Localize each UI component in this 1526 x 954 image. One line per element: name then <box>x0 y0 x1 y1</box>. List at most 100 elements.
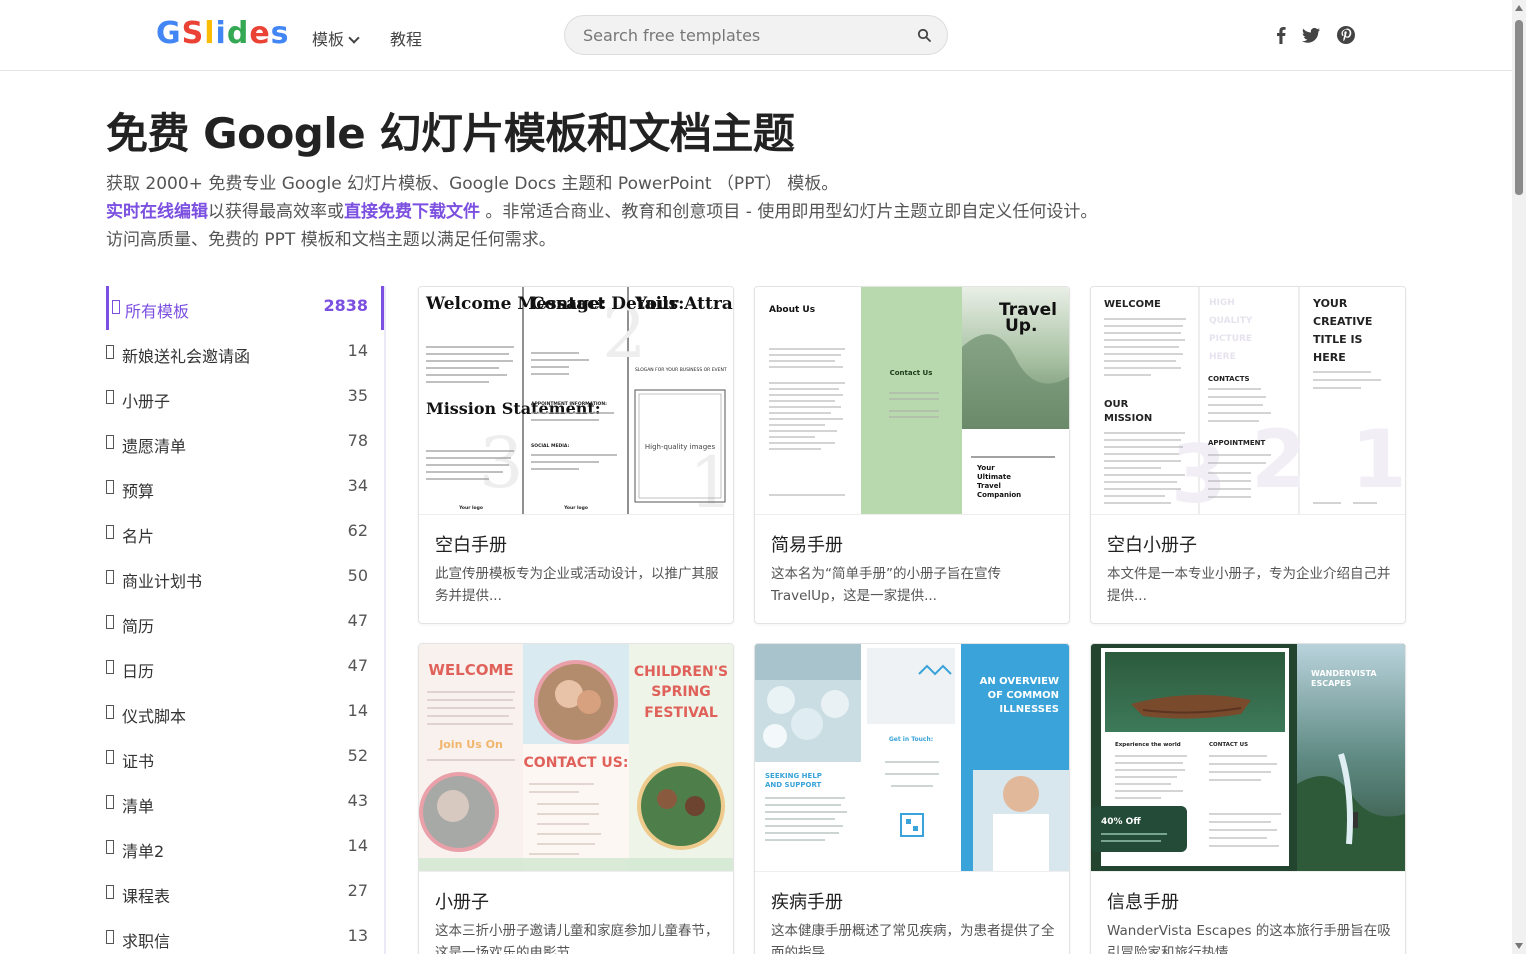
category-count: 47 <box>347 656 368 675</box>
category-item[interactable]: 证书 52 <box>106 736 384 780</box>
logo-letter: i <box>215 16 227 51</box>
facebook-icon[interactable] <box>1270 24 1292 46</box>
template-thumbnail[interactable]: WELCOME Join Us On CONTACT US: CHILDREN'… <box>419 644 733 872</box>
category-count: 50 <box>347 566 368 585</box>
svg-text:QUALITY: QUALITY <box>1209 316 1253 326</box>
category-label: 预算 <box>122 482 155 501</box>
template-card[interactable]: About Us Contact Us Travel Up. Your Ulti… <box>754 286 1070 624</box>
svg-text:AND SUPPORT: AND SUPPORT <box>765 781 822 789</box>
checkbox-icon <box>106 840 114 854</box>
scroll-down-icon[interactable] <box>1515 943 1523 949</box>
scroll-up-icon[interactable] <box>1515 5 1523 11</box>
category-count: 14 <box>347 341 368 360</box>
thumb-text: Your Attractive Title <box>634 294 733 314</box>
category-count: 34 <box>347 476 368 495</box>
svg-text:Your: Your <box>976 464 995 472</box>
thumb-text: Contact Us <box>890 369 933 377</box>
template-thumbnail[interactable]: 3 2 1 WELCOME OUR MISSION HIGH QUALITY PIC… <box>1091 287 1405 515</box>
thumb-text: 40% Off <box>1101 817 1141 827</box>
template-description: 这本名为“简单手册”的小册子旨在宣传 TravelUp，这是一家提供... <box>771 566 1001 604</box>
page-scrollbar[interactable] <box>1512 0 1526 954</box>
category-item[interactable]: 求职信 13 <box>106 916 384 954</box>
template-title[interactable]: 信息手册 <box>1107 888 1179 914</box>
svg-text:WANDERVISTA: WANDERVISTA <box>1311 669 1377 678</box>
svg-text:HERE: HERE <box>1209 352 1236 362</box>
category-label: 日历 <box>122 662 155 681</box>
checkbox-icon <box>106 345 114 359</box>
edit-online-link[interactable]: 实时在线编辑 <box>106 202 208 222</box>
category-item[interactable]: 清单 43 <box>106 781 384 825</box>
svg-text:PICTURE: PICTURE <box>1209 334 1252 344</box>
template-description: 这本健康手册概述了常见疾病，为患者提供了全面的指导... <box>771 923 1055 954</box>
checkbox-icon <box>106 480 114 494</box>
svg-text:OF COMMON: OF COMMON <box>988 690 1059 701</box>
template-card[interactable]: 3 2 1 WELCOME OUR MISSION HIGH QUALITY PIC… <box>1090 286 1406 624</box>
svg-text:Travel: Travel <box>977 482 1001 490</box>
site-header: GSlides 模板 教程 <box>0 0 1512 71</box>
template-thumbnail[interactable]: AN OVERVIEW OF COMMON ILLNESSES Get in Tou… <box>755 644 1069 872</box>
category-item[interactable]: 仪式脚本 14 <box>106 691 384 735</box>
svg-text:AN OVERVIEW: AN OVERVIEW <box>980 676 1059 687</box>
checkbox-icon <box>106 705 114 719</box>
search-input[interactable] <box>583 24 903 46</box>
category-item[interactable]: 清单2 14 <box>106 826 384 870</box>
thumb-text: High-quality images <box>645 443 716 451</box>
category-count: 27 <box>347 881 368 900</box>
template-description: WanderVista Escapes 的这本旅行手册旨在吸引冒险家和旅行热情.… <box>1107 923 1391 954</box>
thumb-text: APPOINTMENT INFORMATION: <box>531 401 607 407</box>
pinterest-icon[interactable] <box>1335 24 1357 46</box>
template-description: 此宣传册模板专为企业或活动设计，以推广其服务并提供... <box>435 566 719 604</box>
template-title[interactable]: 小册子 <box>435 888 489 914</box>
category-label: 证书 <box>122 752 155 771</box>
template-card[interactable]: WELCOME Join Us On CONTACT US: CHILDREN'… <box>418 643 734 954</box>
template-title[interactable]: 空白手册 <box>435 531 507 557</box>
twitter-icon[interactable] <box>1300 24 1322 46</box>
page-title: 免费 Google 幻灯片模板和文档主题 <box>106 109 795 158</box>
svg-text:CHILDREN'S: CHILDREN'S <box>634 664 728 680</box>
category-label: 清单 <box>122 797 155 816</box>
nav-tutorial-link[interactable]: 教程 <box>390 26 422 50</box>
nav-templates-menu[interactable]: 模板 <box>312 26 360 50</box>
category-item[interactable]: 商业计划书 50 <box>106 556 384 600</box>
template-thumbnail[interactable]: 2 3 1 Welcome Message: Mission Statement… <box>419 287 733 515</box>
category-item[interactable]: 简历 47 <box>106 601 384 645</box>
logo-letter: e <box>249 16 271 51</box>
category-item[interactable]: 日历 47 <box>106 646 384 690</box>
template-description: 这本三折小册子邀请儿童和家庭参加儿童春节，这是一场欢乐的电影节... <box>435 923 719 954</box>
svg-text:2: 2 <box>1251 413 1307 506</box>
logo-letter: G <box>156 16 182 51</box>
checkbox-icon <box>106 570 114 584</box>
svg-text:3: 3 <box>479 422 524 504</box>
checkbox-icon <box>106 435 114 449</box>
logo-letter: s <box>270 16 290 51</box>
template-card[interactable]: Experience the world CONTACT US 40% Off … <box>1090 643 1406 954</box>
template-title[interactable]: 疾病手册 <box>771 888 843 914</box>
template-thumbnail[interactable]: Experience the world CONTACT US 40% Off … <box>1091 644 1405 872</box>
svg-text:Up.: Up. <box>1005 316 1037 336</box>
template-thumbnail[interactable]: About Us Contact Us Travel Up. Your Ulti… <box>755 287 1069 515</box>
template-card[interactable]: AN OVERVIEW OF COMMON ILLNESSES Get in Tou… <box>754 643 1070 954</box>
template-card[interactable]: 2 3 1 Welcome Message: Mission Statement… <box>418 286 734 624</box>
category-label: 课程表 <box>122 887 171 906</box>
svg-text:1: 1 <box>1351 413 1405 506</box>
template-title[interactable]: 空白小册子 <box>1107 531 1197 557</box>
thumb-text: Your logo <box>458 505 483 511</box>
category-item[interactable]: 预算 34 <box>106 466 384 510</box>
category-item[interactable]: 名片 62 <box>106 511 384 555</box>
scrollbar-thumb[interactable] <box>1515 20 1523 196</box>
search-icon[interactable] <box>917 28 931 42</box>
download-free-link[interactable]: 直接免费下载文件 <box>344 202 480 222</box>
category-item[interactable]: 新娘送礼会邀请函 14 <box>106 331 384 375</box>
checkbox-icon <box>106 885 114 899</box>
category-label: 名片 <box>122 527 155 546</box>
template-title[interactable]: 简易手册 <box>771 531 843 557</box>
logo-letter: d <box>226 16 250 51</box>
site-logo[interactable]: GSlides <box>156 16 290 51</box>
category-item[interactable]: 小册子 35 <box>106 376 384 420</box>
thumb-text: Your logo <box>563 505 588 511</box>
category-item[interactable]: 课程表 27 <box>106 871 384 915</box>
description-text: 以获得最高效率或 <box>208 202 344 222</box>
category-item[interactable]: 所有模板 2838 <box>106 286 384 330</box>
category-count: 14 <box>347 701 368 720</box>
category-item[interactable]: 遗愿清单 78 <box>106 421 384 465</box>
